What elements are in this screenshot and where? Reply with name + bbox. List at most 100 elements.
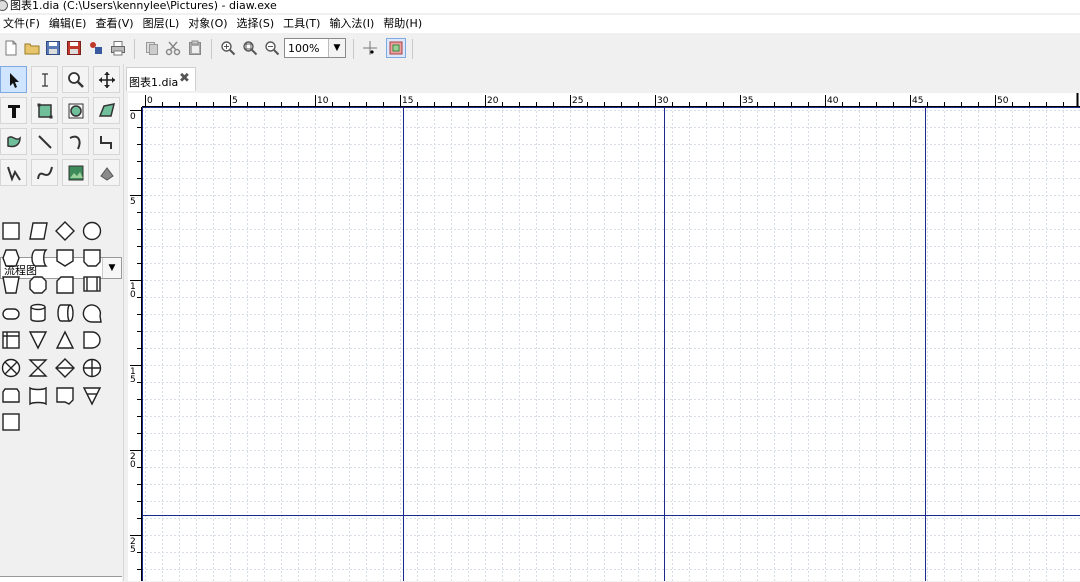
parallelogram-shape[interactable] bbox=[29, 222, 48, 240]
transaction-file-shape[interactable] bbox=[2, 413, 20, 431]
menu-edit[interactable]: 编辑(E) bbox=[46, 15, 93, 33]
internal-storage-shape[interactable] bbox=[2, 331, 20, 349]
horizontal-ruler: 0 5 10 15 20 25 30 35 40 45 50 bbox=[142, 93, 1080, 107]
polyline-icon[interactable] bbox=[0, 159, 27, 186]
offpage-connector-shape[interactable] bbox=[56, 249, 74, 267]
shape-palette bbox=[1, 221, 102, 431]
window-title-bar: 图表1.dia (C:\Users\kennylee\Pictures) - d… bbox=[0, 0, 1080, 13]
polygon-icon[interactable] bbox=[93, 97, 120, 124]
document-shape[interactable] bbox=[29, 386, 47, 406]
ruler-label: 25 bbox=[572, 96, 583, 106]
ruler-label: 20 bbox=[130, 452, 136, 470]
toolbar: 100% ▼ bbox=[0, 35, 1080, 63]
menu-select[interactable]: 选择(S) bbox=[234, 15, 281, 33]
ruler-corner bbox=[128, 93, 142, 107]
print-icon[interactable] bbox=[110, 40, 126, 56]
menu-bar: 文件(F) 编辑(E) 查看(V) 图层(L) 对象(O) 选择(S) 工具(T) 输入法(I… bbox=[0, 15, 1080, 33]
sequential-data-shape[interactable] bbox=[82, 304, 102, 323]
bezier-icon[interactable] bbox=[31, 159, 58, 186]
ruler-label: 20 bbox=[487, 96, 499, 106]
ruler-label: 5 bbox=[130, 197, 136, 207]
octagon-shape[interactable] bbox=[29, 276, 47, 294]
zoom-fit-icon[interactable] bbox=[242, 40, 258, 56]
arc-icon[interactable] bbox=[62, 128, 89, 155]
menu-file[interactable]: 文件(F) bbox=[0, 15, 46, 33]
copy-icon[interactable] bbox=[144, 40, 160, 56]
collate-shape[interactable] bbox=[28, 359, 48, 377]
trapezoid-shape[interactable] bbox=[2, 276, 20, 294]
zigzag-icon[interactable] bbox=[93, 128, 120, 155]
diamond-shape[interactable] bbox=[55, 221, 75, 241]
move-icon[interactable] bbox=[93, 66, 120, 93]
beziergon-icon[interactable] bbox=[0, 128, 27, 155]
box-icon[interactable] bbox=[31, 97, 58, 124]
text-cursor-icon[interactable] bbox=[31, 66, 58, 93]
tab-label: 图表1.dia bbox=[129, 76, 179, 89]
terminal-shape[interactable] bbox=[2, 308, 20, 320]
snap-object-icon[interactable] bbox=[386, 38, 406, 58]
zoom-value: 100% bbox=[288, 42, 320, 55]
card-shape[interactable] bbox=[56, 276, 74, 294]
save-as-icon[interactable] bbox=[66, 40, 82, 56]
chevron-down-icon[interactable]: ▼ bbox=[328, 39, 345, 57]
direct-data-shape[interactable] bbox=[57, 304, 74, 322]
predefined-process-shape[interactable] bbox=[83, 276, 101, 292]
ruler-label: 40 bbox=[827, 96, 839, 106]
ruler-label: 15 bbox=[402, 96, 413, 106]
ruler-label: 10 bbox=[317, 96, 329, 106]
stored-data-shape[interactable] bbox=[31, 249, 48, 267]
menu-layers[interactable]: 图层(L) bbox=[140, 15, 186, 33]
zoom-combo[interactable]: 100% ▼ bbox=[284, 38, 346, 58]
ruler-label: 0 bbox=[147, 96, 153, 106]
paste-icon[interactable] bbox=[187, 40, 203, 56]
outline-icon[interactable] bbox=[93, 159, 120, 186]
summing-junction-shape[interactable] bbox=[1, 358, 21, 378]
menu-help[interactable]: 帮助(H) bbox=[380, 15, 428, 33]
ruler-label: 50 bbox=[997, 96, 1009, 106]
merge-shape[interactable] bbox=[28, 331, 48, 350]
zoom-in-icon[interactable] bbox=[220, 40, 236, 56]
disk-storage-shape[interactable] bbox=[30, 303, 46, 322]
zoom-out-icon[interactable] bbox=[264, 40, 280, 56]
export-icon[interactable] bbox=[88, 40, 104, 56]
pointer-icon[interactable] bbox=[0, 66, 27, 93]
hexagon-shape[interactable] bbox=[2, 249, 20, 267]
vertical-ruler: 0 5 1 0 1 5 2 0 2 5 bbox=[128, 107, 142, 581]
snap-grid-icon[interactable] bbox=[362, 40, 378, 56]
process-shape[interactable] bbox=[2, 222, 20, 240]
app-icon bbox=[0, 0, 8, 11]
offline-storage-shape[interactable] bbox=[82, 387, 102, 406]
ruler-label: 10 bbox=[130, 282, 136, 300]
menu-tools[interactable]: 工具(T) bbox=[280, 15, 326, 33]
ruler-label: 0 bbox=[130, 112, 136, 122]
toolbar-separator bbox=[412, 39, 413, 59]
save-icon[interactable] bbox=[45, 40, 61, 56]
delay-shape[interactable] bbox=[83, 331, 101, 349]
line-icon[interactable] bbox=[31, 128, 58, 155]
tab-diagram[interactable]: 图表1.dia ✖ bbox=[126, 67, 196, 91]
manual-operation-shape[interactable] bbox=[83, 249, 101, 267]
close-icon[interactable]: ✖ bbox=[179, 71, 190, 86]
new-icon[interactable] bbox=[3, 40, 19, 56]
menu-input[interactable]: 输入法(I) bbox=[326, 15, 380, 33]
ellipse-icon[interactable] bbox=[62, 97, 89, 124]
or-shape[interactable] bbox=[82, 358, 102, 378]
extract-shape[interactable] bbox=[55, 330, 75, 349]
image-icon[interactable] bbox=[62, 159, 89, 186]
ruler-label: 15 bbox=[130, 367, 136, 385]
display-shape[interactable] bbox=[56, 387, 74, 405]
toolbar-separator bbox=[134, 39, 135, 59]
ruler-label: 30 bbox=[657, 96, 669, 106]
cut-icon[interactable] bbox=[165, 40, 181, 56]
ruler-label: 25 bbox=[130, 537, 136, 555]
menu-objects[interactable]: 对象(O) bbox=[185, 15, 233, 33]
circle-shape[interactable] bbox=[82, 221, 102, 241]
punched-tape-shape[interactable] bbox=[2, 388, 20, 403]
menu-view[interactable]: 查看(V) bbox=[92, 15, 139, 33]
open-icon[interactable] bbox=[24, 40, 40, 56]
magnify-icon[interactable] bbox=[62, 66, 89, 93]
text-tool-icon[interactable] bbox=[0, 97, 27, 124]
document-tab-bar: 图表1.dia ✖ bbox=[124, 64, 1080, 91]
diagram-canvas[interactable] bbox=[142, 107, 1080, 581]
sort-shape[interactable] bbox=[55, 358, 75, 378]
